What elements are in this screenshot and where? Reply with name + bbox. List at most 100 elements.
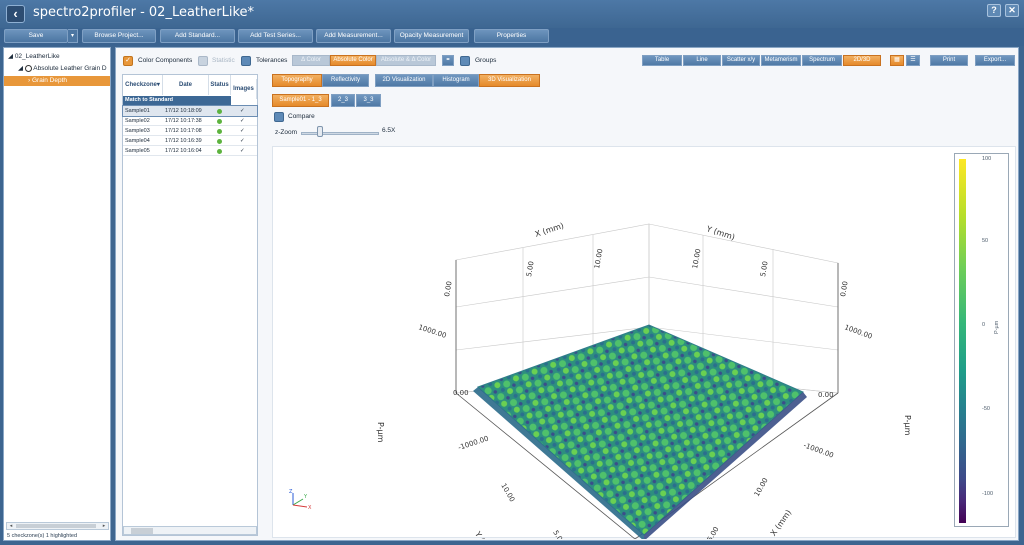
- settings-icon: [24, 64, 32, 72]
- status-ok-icon: [217, 149, 222, 154]
- add-standard-button[interactable]: Add Standard...: [160, 29, 235, 43]
- y-tick-label: 0.00: [839, 281, 850, 298]
- save-button[interactable]: Save: [4, 29, 68, 43]
- table-row[interactable]: Sample05 17/12 10:16:04 ✓: [123, 146, 257, 156]
- save-dropdown-icon[interactable]: ▾: [68, 29, 78, 43]
- color-components-checkbox[interactable]: ✓: [123, 56, 133, 66]
- check-icon: ✓: [240, 108, 245, 114]
- z-tick-label: 0.00: [818, 391, 834, 399]
- column-header-status[interactable]: Status: [209, 75, 231, 95]
- absolute-delta-color-button[interactable]: Absolute & Δ Color: [376, 55, 436, 66]
- column-header-date[interactable]: Date: [163, 75, 209, 95]
- tolerances-checkbox[interactable]: [241, 56, 251, 66]
- tab-3d-visualization[interactable]: 3D Visualization: [479, 74, 540, 87]
- colorbar-tick: 100: [982, 156, 992, 162]
- tab-spectrum[interactable]: Spectrum: [802, 55, 842, 66]
- tab-line[interactable]: Line: [683, 55, 721, 66]
- tab-reflectivity[interactable]: Reflectivity: [322, 74, 369, 87]
- delta-color-button[interactable]: Δ Color: [292, 55, 330, 66]
- tab-metamerism[interactable]: Metamerism: [761, 55, 801, 66]
- tab-sample-3-3[interactable]: 3_3: [356, 94, 381, 107]
- export-button[interactable]: Export...: [975, 55, 1015, 66]
- x-axis-label-front: X (mm): [769, 508, 793, 538]
- 3d-visualization-canvas[interactable]: X (mm) Y (mm) P-µm P-µm Y (mm) X (mm) 0.…: [272, 146, 1016, 545]
- compare-checkbox[interactable]: [274, 112, 284, 122]
- link-icon[interactable]: ⚭: [442, 55, 454, 66]
- tab-sample-2-3[interactable]: 2_3: [331, 94, 355, 107]
- tab-sample01-1-3[interactable]: Sample01 - 1_3: [272, 94, 329, 107]
- y-axis-label-front: Y (mm): [473, 529, 496, 539]
- status-ok-icon: [217, 109, 222, 114]
- grid-icon[interactable]: ▦: [890, 55, 904, 66]
- table-row[interactable]: Sample04 17/12 10:16:39 ✓: [123, 136, 257, 146]
- z-zoom-slider-thumb[interactable]: [317, 126, 323, 137]
- statistic-checkbox[interactable]: [198, 56, 208, 66]
- back-icon[interactable]: ‹: [6, 5, 25, 23]
- x-tick-label: 10.00: [753, 477, 770, 498]
- cell-checkzone: Sample02: [125, 118, 150, 124]
- tab-2d3d[interactable]: 2D/3D: [843, 55, 881, 66]
- scroll-thumb[interactable]: [16, 524, 96, 528]
- tree-horizontal-scrollbar[interactable]: ◂ ▸: [6, 522, 109, 530]
- add-test-series-button[interactable]: Add Test Series...: [238, 29, 313, 43]
- table-row[interactable]: Sample01 17/12 10:18:09 ✓: [122, 105, 258, 117]
- color-scale-legend: 100 50 0 -50 -100 P-µm: [954, 153, 1009, 527]
- cell-checkzone: Sample04: [125, 138, 150, 144]
- groups-checkbox[interactable]: [460, 56, 470, 66]
- status-ok-icon: [217, 139, 222, 144]
- tree-item-grain-depth[interactable]: › Grain Depth: [4, 76, 110, 86]
- table-row[interactable]: Sample02 17/12 10:17:38 ✓: [123, 116, 257, 126]
- y-tick-label: 10.00: [691, 248, 702, 269]
- tab-histogram[interactable]: Histogram: [433, 74, 479, 87]
- colorbar-tick: -50: [982, 406, 990, 412]
- tolerances-label: Tolerances: [256, 57, 288, 64]
- y-tick-label: 5.00: [759, 261, 770, 278]
- colorbar-tick: 50: [982, 238, 989, 244]
- close-button[interactable]: ✕: [1005, 4, 1019, 17]
- scroll-thumb[interactable]: [131, 528, 153, 534]
- tab-scatter[interactable]: Scatter x/y: [722, 55, 760, 66]
- absolute-color-button[interactable]: Absolute Color: [330, 55, 376, 66]
- scroll-right-icon[interactable]: ▸: [100, 523, 108, 529]
- 3d-surface-plot[interactable]: X (mm) Y (mm) P-µm P-µm Y (mm) X (mm) 0.…: [273, 147, 953, 545]
- title-bar: ‹ spectro2profiler - 02_LeatherLike* ? ✕: [0, 0, 1024, 28]
- properties-button[interactable]: Properties: [474, 29, 549, 43]
- tab-2d-visualization[interactable]: 2D Visualization: [375, 74, 433, 87]
- tree-item-test-series[interactable]: ◢ Absolute Leather Grain D: [18, 64, 107, 74]
- column-header-images[interactable]: Images: [231, 79, 257, 99]
- colorbar-label: P-µm: [994, 320, 1000, 334]
- z-zoom-slider[interactable]: [301, 132, 379, 135]
- y-axis-label: Y (mm): [704, 224, 736, 242]
- cell-date: 17/12 10:17:08: [165, 128, 202, 134]
- table-horizontal-scrollbar[interactable]: [123, 526, 257, 535]
- tree-item-project[interactable]: ◢ 02_LeatherLike: [8, 52, 60, 62]
- main-toolbar: Save ▾ Browse Project... Add Standard...…: [0, 28, 1024, 46]
- browse-project-button[interactable]: Browse Project...: [82, 29, 156, 43]
- table-row[interactable]: Sample03 17/12 10:17:08 ✓: [123, 126, 257, 136]
- opacity-measurement-button[interactable]: Opacity Measurement: [394, 29, 469, 43]
- scroll-left-icon[interactable]: ◂: [7, 523, 15, 529]
- cell-date: 17/12 10:17:38: [165, 118, 202, 124]
- check-icon: ✓: [240, 128, 245, 134]
- add-measurement-button[interactable]: Add Measurement...: [316, 29, 391, 43]
- cell-checkzone: Sample03: [125, 128, 150, 134]
- tab-table[interactable]: Table: [642, 55, 682, 66]
- print-button[interactable]: Print: [930, 55, 968, 66]
- tab-topography[interactable]: Topography: [272, 74, 322, 87]
- project-tree: ◢ 02_LeatherLike ◢ Absolute Leather Grai…: [3, 47, 111, 541]
- tree-item-label: Absolute Leather Grain D: [33, 65, 107, 72]
- axes-gizmo: Z Y X: [289, 489, 312, 511]
- status-ok-icon: [217, 129, 222, 134]
- tree-item-label: Grain Depth: [31, 77, 68, 84]
- list-icon[interactable]: ☰: [906, 55, 920, 66]
- help-button[interactable]: ?: [987, 4, 1001, 17]
- topography-surface: [477, 324, 804, 536]
- tree-item-label: 02_LeatherLike: [14, 53, 60, 60]
- groups-label: Groups: [475, 57, 497, 64]
- column-header-checkzone[interactable]: Checkzone▾: [123, 75, 163, 95]
- color-components-label: Color Components: [138, 57, 193, 64]
- window-title: spectro2profiler - 02_LeatherLike*: [33, 5, 255, 20]
- group-match-to-standard: Match to Standard: [123, 96, 231, 105]
- z-tick-label: -1000.00: [802, 441, 834, 459]
- colorbar-tick: -100: [982, 491, 994, 497]
